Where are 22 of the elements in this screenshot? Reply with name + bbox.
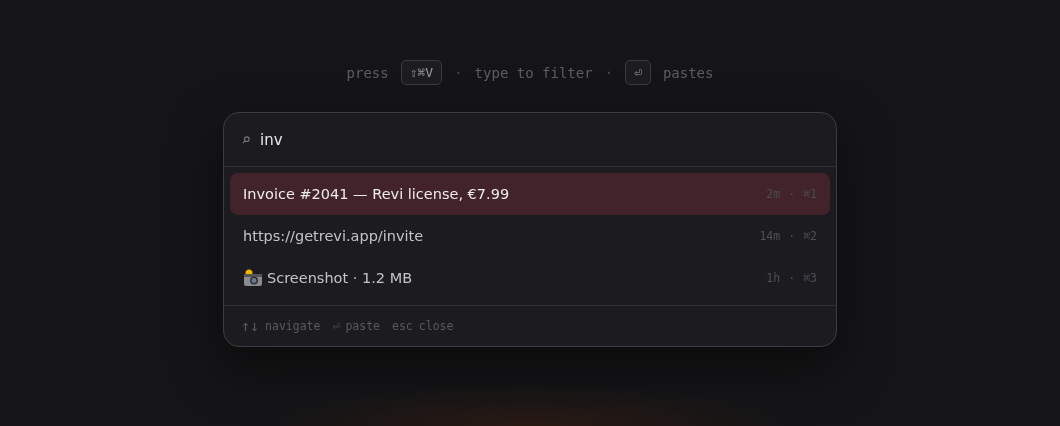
hint-text: close (418, 319, 454, 333)
hint-text: press (346, 64, 389, 81)
result-text: Screenshot · 1.2 MB (267, 270, 413, 286)
hint-text: paste (345, 319, 380, 333)
search-icon (242, 135, 250, 144)
hint-text: pastes (662, 64, 714, 81)
hint-text: type to filter (474, 64, 593, 81)
arrow-keys-hint: ↑↓ (241, 317, 260, 335)
key-cap: ⇧⌘V (400, 60, 443, 85)
hint-text: navigate (265, 319, 321, 333)
camera-icon (243, 269, 263, 287)
separator-dot: · (788, 187, 796, 201)
result-text: https://getrevi.app/invite (243, 228, 424, 244)
result-text: Invoice #2041 — Revi license, €7.99 (243, 186, 510, 202)
key-hint: esc (392, 319, 413, 333)
key-hint: ⏎ (332, 319, 340, 333)
separator-dot: · (604, 64, 614, 81)
separator-dot: · (454, 64, 463, 81)
separator-dot: · (788, 229, 796, 243)
search-field[interactable]: inv (260, 130, 460, 149)
key-cap: ⏎ (625, 60, 651, 85)
separator-dot: · (788, 271, 796, 285)
